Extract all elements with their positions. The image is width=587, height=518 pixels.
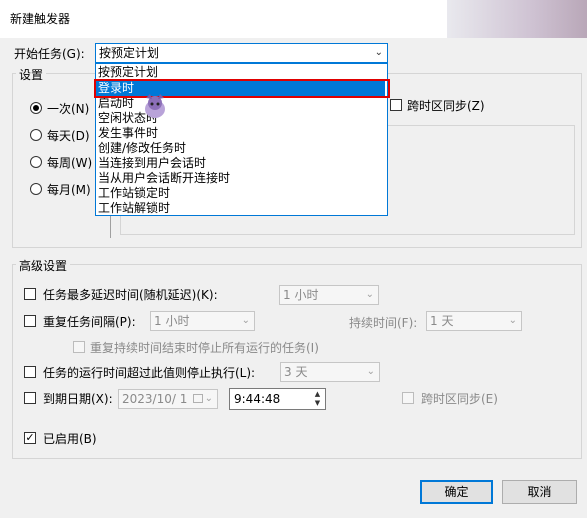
advanced-group-title: 高级设置 xyxy=(16,257,71,274)
expire-sync-label: 跨时区同步(E) xyxy=(421,392,498,406)
background-window-strip xyxy=(447,0,587,38)
expire-checkbox[interactable] xyxy=(24,392,36,404)
delay-combo[interactable]: 1 小时 ⌄ xyxy=(279,285,379,305)
spin-up-icon[interactable]: ▲ xyxy=(312,390,323,399)
dropdown-option[interactable]: 按预定计划 xyxy=(98,65,158,80)
stop-if-checkbox[interactable] xyxy=(24,366,36,378)
dropdown-option[interactable]: 当连接到用户会话时 xyxy=(98,156,206,171)
settings-group-title: 设置 xyxy=(16,66,47,83)
window-title: 新建触发器 xyxy=(10,12,71,26)
repeat-interval-combo[interactable]: 1 小时 ⌄ xyxy=(150,311,255,331)
start-task-value: 按预定计划 xyxy=(99,46,160,60)
dropdown-option[interactable]: 创建/修改任务时 xyxy=(98,141,186,156)
expire-date-picker[interactable]: 2023/10/ 1 ⌄ xyxy=(118,389,218,409)
radio-daily-label: 每天(D) xyxy=(47,129,90,143)
chevron-down-icon: ⌄ xyxy=(365,289,374,300)
repeat-interval-value: 1 小时 xyxy=(154,314,190,328)
title-bar: 新建触发器 xyxy=(0,0,587,39)
enabled-label: 已启用(B) xyxy=(43,432,97,446)
selection-highlight-box xyxy=(94,79,390,98)
expire-time-spinner[interactable]: 9:44:48 ▲ ▼ xyxy=(229,388,326,410)
delay-checkbox[interactable] xyxy=(24,288,36,300)
radio-once[interactable] xyxy=(30,102,42,114)
enabled-checkbox[interactable]: ✓ xyxy=(24,432,36,444)
check-icon: ✓ xyxy=(25,431,35,444)
repeat-checkbox[interactable] xyxy=(24,315,36,327)
dropdown-option[interactable]: 发生事件时 xyxy=(98,126,158,141)
duration-value: 1 天 xyxy=(430,314,454,328)
stop-if-combo[interactable]: 3 天 ⌄ xyxy=(280,362,380,382)
sync-timezone-label: 跨时区同步(Z) xyxy=(407,99,485,113)
spin-down-icon[interactable]: ▼ xyxy=(312,399,323,408)
repeat-label: 重复任务间隔(P): xyxy=(43,315,136,329)
calendar-icon xyxy=(193,394,203,403)
chevron-down-icon: ⌄ xyxy=(366,366,375,377)
sync-timezone-checkbox[interactable] xyxy=(390,99,402,111)
chevron-down-icon: ⌄ xyxy=(204,393,213,404)
stop-all-label: 重复持续时间结束时停止所有运行的任务(I) xyxy=(90,341,319,355)
expire-label: 到期日期(X): xyxy=(43,392,113,406)
chevron-down-icon: ⌄ xyxy=(241,315,250,326)
start-task-label: 开始任务(G): xyxy=(14,47,85,61)
chevron-down-icon: ⌄ xyxy=(374,47,383,58)
radio-weekly-label: 每周(W) xyxy=(47,156,93,170)
chevron-down-icon: ⌄ xyxy=(508,315,517,326)
radio-daily[interactable] xyxy=(30,129,42,141)
dropdown-option[interactable]: 启动时 xyxy=(98,96,134,111)
expire-sync-checkbox[interactable] xyxy=(402,392,414,404)
radio-weekly[interactable] xyxy=(30,156,42,168)
start-task-combo[interactable]: 按预定计划 ⌄ xyxy=(95,43,388,63)
expire-time-value: 9:44:48 xyxy=(234,392,281,406)
stop-if-value: 3 天 xyxy=(284,365,308,379)
radio-monthly-label: 每月(M) xyxy=(47,183,91,197)
sticker-icon xyxy=(140,92,170,120)
expire-date-value: 2023/10/ 1 xyxy=(122,392,188,406)
dropdown-option[interactable]: 当从用户会话断开连接时 xyxy=(98,171,230,186)
stop-all-checkbox[interactable] xyxy=(73,341,85,353)
dropdown-option[interactable]: 工作站锁定时 xyxy=(98,186,170,201)
dropdown-option[interactable]: 工作站解锁时 xyxy=(98,201,170,215)
delay-label: 任务最多延迟时间(随机延迟)(K): xyxy=(43,288,218,302)
delay-value: 1 小时 xyxy=(283,288,319,302)
radio-once-label: 一次(N) xyxy=(47,102,90,116)
duration-combo[interactable]: 1 天 ⌄ xyxy=(426,311,522,331)
duration-label: 持续时间(F): xyxy=(349,316,418,330)
radio-monthly[interactable] xyxy=(30,183,42,195)
ok-button[interactable]: 确定 xyxy=(420,480,493,504)
cancel-button[interactable]: 取消 xyxy=(502,480,577,504)
stop-if-label: 任务的运行时间超过此值则停止执行(L): xyxy=(43,366,256,380)
